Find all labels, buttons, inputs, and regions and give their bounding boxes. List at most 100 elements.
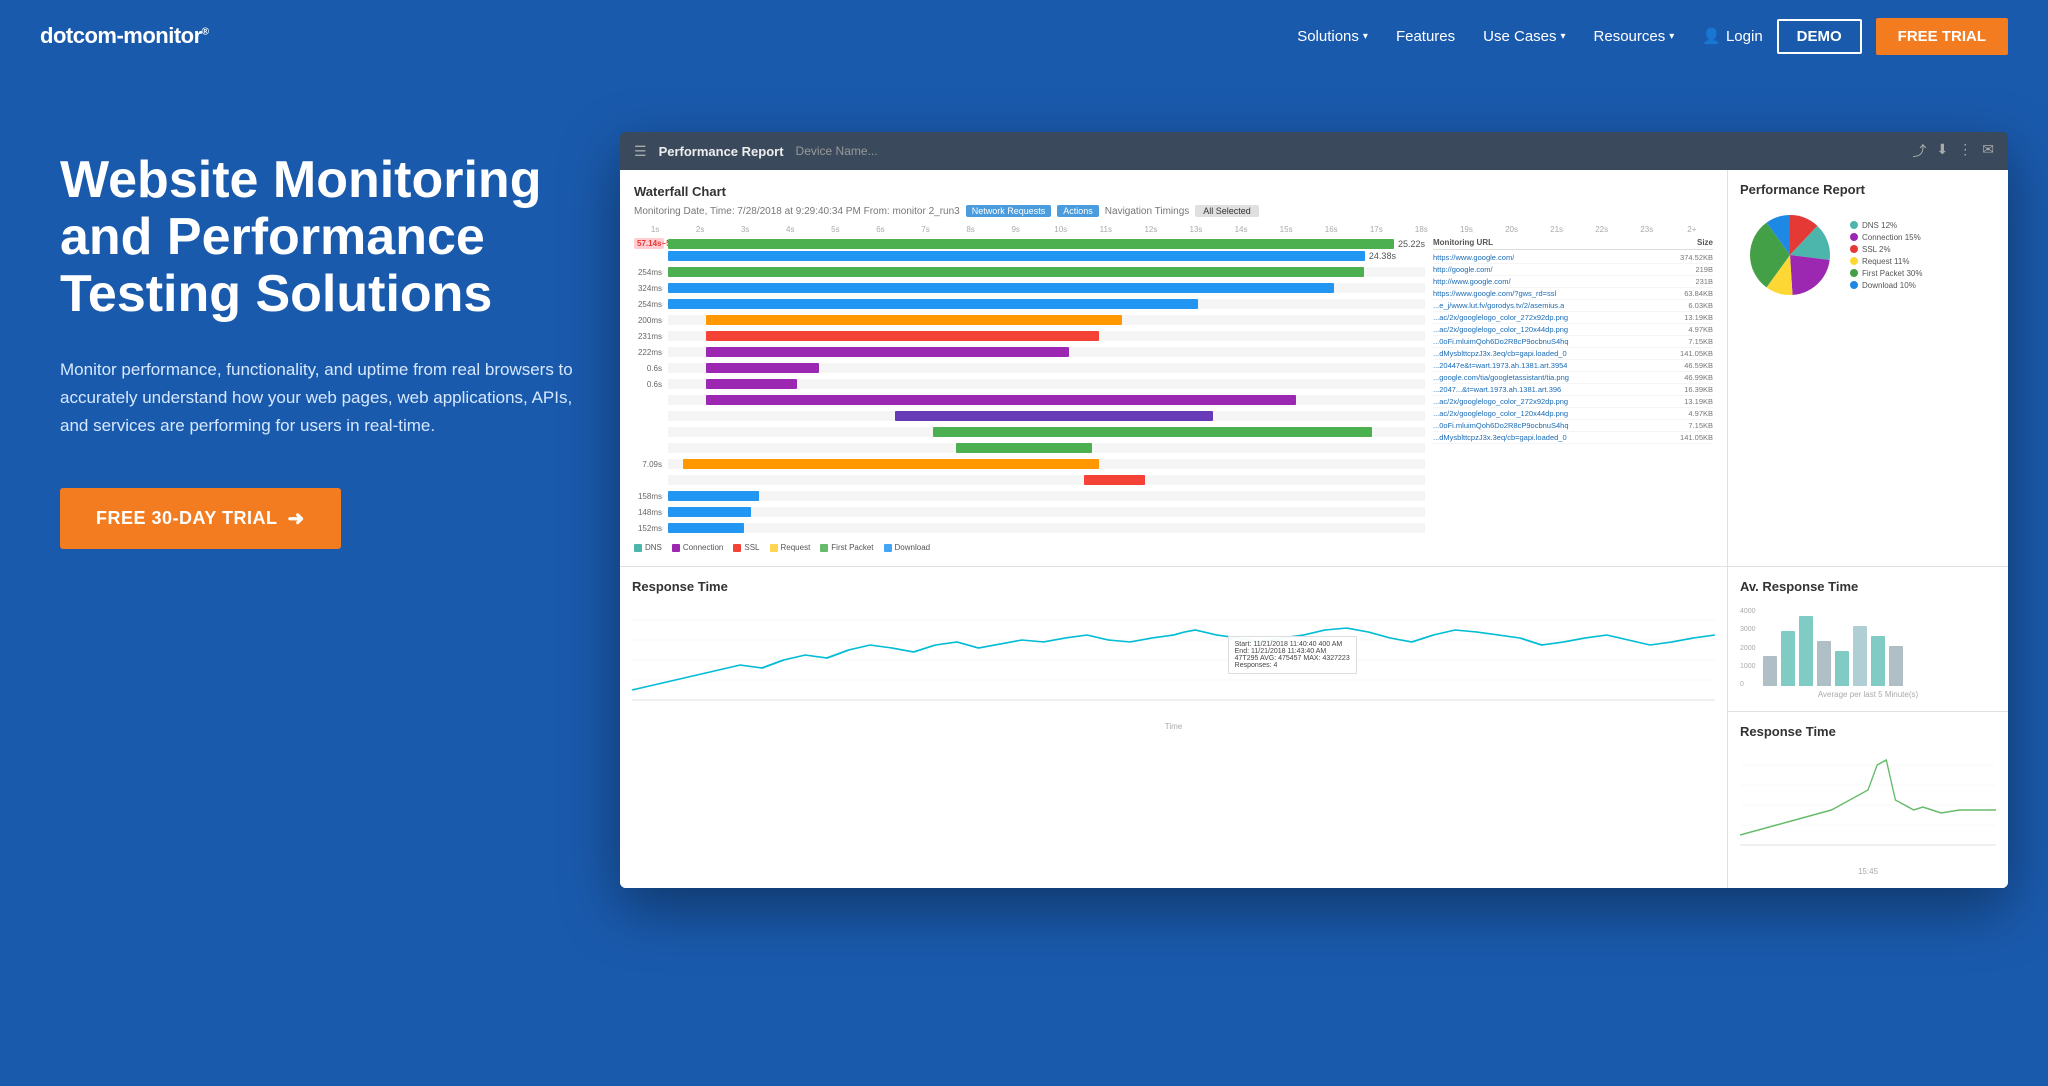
dashboard-mockup: ☰ Performance Report Device Name... ⤴ ⬇ …	[620, 132, 2008, 888]
url-row: ...0oFi.mluimQoh6Do2R8cP9ocbnuS4hq 7.15K…	[1433, 420, 1713, 432]
waterfall-row: 148ms	[634, 505, 1425, 519]
free-trial-nav-button[interactable]: FREE TRIAL	[1876, 18, 2008, 55]
share-icon[interactable]: ⤴	[1913, 141, 1927, 161]
wf-legend-item: Request	[770, 543, 811, 552]
bar	[1853, 626, 1867, 686]
bar	[1817, 641, 1831, 686]
dashboard-topbar: ☰ Performance Report Device Name... ⤴ ⬇ …	[620, 132, 2008, 170]
wf-legend-item: Connection	[672, 543, 723, 552]
wf-legend-item: Download	[884, 543, 931, 552]
waterfall-row: 254ms	[634, 297, 1425, 311]
url-row: ...ac/2x/googlelogo_color_272x92dp.png 1…	[1433, 396, 1713, 408]
waterfall-row: 158ms	[634, 489, 1425, 503]
url-row: ...google.com/tia/googletassistant/tia.p…	[1433, 372, 1713, 384]
url-row: https://www.google.com/?gws_rd=ssl 63.84…	[1433, 288, 1713, 300]
url-row: ...20447e&t=wart.1973.ah.1381.art.3954 4…	[1433, 360, 1713, 372]
hero-description: Monitor performance, functionality, and …	[60, 356, 580, 440]
response-time-2-section: Response Time	[1728, 712, 2008, 888]
response-time-1-section: Response Time St	[620, 567, 1728, 888]
waterfall-rows: 254ms 324ms 254ms 200ms 231ms	[634, 265, 1425, 535]
url-size-col: Monitoring URL Size https://www.google.c…	[1433, 238, 1713, 552]
nav-item-solutions[interactable]: Solutions ▾	[1297, 28, 1368, 45]
url-row: ...2047...&t=wart.1973.ah.1381.art.396 1…	[1433, 384, 1713, 396]
waterfall-row	[634, 409, 1425, 423]
pie-legend-item: Download 10%	[1850, 281, 1922, 290]
url-row: https://www.google.com/ 374.52KB	[1433, 252, 1713, 264]
waterfall-row: 0.6s	[634, 377, 1425, 391]
user-icon: 👤	[1702, 27, 1721, 45]
nav-item-use-cases[interactable]: Use Cases ▾	[1483, 28, 1565, 45]
bar-chart-container: 4000 3000 2000 1000 0	[1740, 600, 1996, 688]
line-chart-1-svg	[632, 600, 1715, 710]
waterfall-row: 254ms	[634, 265, 1425, 279]
chevron-down-icon: ▾	[1363, 31, 1368, 42]
menu-icon: ☰	[634, 143, 647, 160]
waterfall-row	[634, 473, 1425, 487]
line-chart-1: Start: 11/21/2018 11:40:40 400 AM End: 1…	[632, 600, 1715, 720]
url-table: https://www.google.com/ 374.52KB http://…	[1433, 252, 1713, 444]
perf-report-section: Performance Report DNS 12% Connection 15…	[1728, 170, 2008, 567]
wf-legend-item: SSL	[733, 543, 759, 552]
hero-title: Website Monitoring and Performance Testi…	[60, 152, 580, 324]
waterfall-bars-col: 57.14s~57.256... 25.22s 24.38s	[634, 238, 1425, 552]
line-chart-2-svg	[1740, 745, 1996, 855]
hero-section: Website Monitoring and Performance Testi…	[0, 72, 2048, 1086]
url-row: http://www.google.com/ 231B	[1433, 276, 1713, 288]
waterfall-section: Waterfall Chart Monitoring Date, Time: 7…	[620, 170, 1728, 567]
download-icon[interactable]: ⬇	[1937, 141, 1949, 161]
nav-actions: 👤 Login DEMO FREE TRIAL	[1702, 18, 2008, 55]
line-chart-2	[1740, 745, 1996, 865]
av-bar-chart	[1763, 608, 1903, 688]
waterfall-row: 200ms	[634, 313, 1425, 327]
url-row: ...ac/2x/googlelogo_color_120x44dp.png 4…	[1433, 324, 1713, 336]
waterfall-row: 231ms	[634, 329, 1425, 343]
waterfall-row	[634, 425, 1425, 439]
pie-legend-item: Connection 15%	[1850, 233, 1922, 242]
pie-legend-item: Request 11%	[1850, 257, 1922, 266]
waterfall-row: 0.6s	[634, 361, 1425, 375]
navbar: dotcom-monitor® Solutions ▾ Features Use…	[0, 0, 2048, 72]
waterfall-row	[634, 441, 1425, 455]
summary-bar-row2: 24.38s	[634, 251, 1425, 261]
cta-button[interactable]: FREE 30-DAY TRIAL ➜	[60, 488, 341, 549]
pie-chart	[1740, 205, 1840, 305]
close-icon[interactable]: ✉	[1982, 141, 1994, 161]
bar	[1835, 651, 1849, 686]
waterfall-row: 222ms	[634, 345, 1425, 359]
right-bottom-col: Av. Response Time 4000 3000 2000 1000 0	[1728, 567, 2008, 888]
network-requests-badge: Network Requests	[966, 205, 1052, 217]
waterfall-meta: Monitoring Date, Time: 7/28/2018 at 9:29…	[634, 205, 1713, 217]
filter-dropdown[interactable]: All Selected	[1195, 205, 1259, 217]
arrow-icon: ➜	[288, 506, 305, 531]
more-icon[interactable]: ⋮	[1958, 141, 1972, 161]
bar	[1763, 656, 1777, 686]
summary-bar-row1: 57.14s~57.256... 25.22s	[634, 238, 1425, 249]
waterfall-row	[634, 393, 1425, 407]
chart-tooltip: Start: 11/21/2018 11:40:40 400 AM End: 1…	[1228, 636, 1357, 674]
url-row: ...0oFi.mluimQoh6Do2R8cP9ocbnuS4hq 7.15K…	[1433, 336, 1713, 348]
hero-left: Website Monitoring and Performance Testi…	[60, 132, 580, 549]
nav-item-features[interactable]: Features	[1396, 28, 1455, 45]
dashboard-actions: ⤴ ⬇ ⋮ ✉	[1913, 141, 1994, 161]
pie-legend: DNS 12% Connection 15% SSL 2% Request 11…	[1850, 221, 1922, 290]
nav-item-resources[interactable]: Resources ▾	[1594, 28, 1675, 45]
chevron-down-icon: ▾	[1561, 31, 1566, 42]
response-time-1-title: Response Time	[632, 579, 1715, 594]
waterfall-split: 57.14s~57.256... 25.22s 24.38s	[634, 238, 1713, 552]
av-response-title: Av. Response Time	[1740, 579, 1996, 594]
response-time-2-title: Response Time	[1740, 724, 1996, 739]
dashboard-body: Waterfall Chart Monitoring Date, Time: 7…	[620, 170, 2008, 888]
url-row: http://google.com/ 219B	[1433, 264, 1713, 276]
pie-legend-item: DNS 12%	[1850, 221, 1922, 230]
waterfall-row: 152ms	[634, 521, 1425, 535]
wf-legend-item: DNS	[634, 543, 662, 552]
wf-legend-item: First Packet	[820, 543, 873, 552]
demo-button[interactable]: DEMO	[1777, 19, 1862, 54]
waterfall-title: Waterfall Chart	[634, 184, 1713, 199]
summary-bar-area: 57.14s~57.256... 25.22s 24.38s	[634, 238, 1425, 261]
url-row: ...ac/2x/googlelogo_color_120x44dp.png 4…	[1433, 408, 1713, 420]
pie-legend-item: SSL 2%	[1850, 245, 1922, 254]
bar	[1871, 636, 1885, 686]
pie-legend-item: First Packet 30%	[1850, 269, 1922, 278]
login-button[interactable]: 👤 Login	[1702, 27, 1762, 45]
